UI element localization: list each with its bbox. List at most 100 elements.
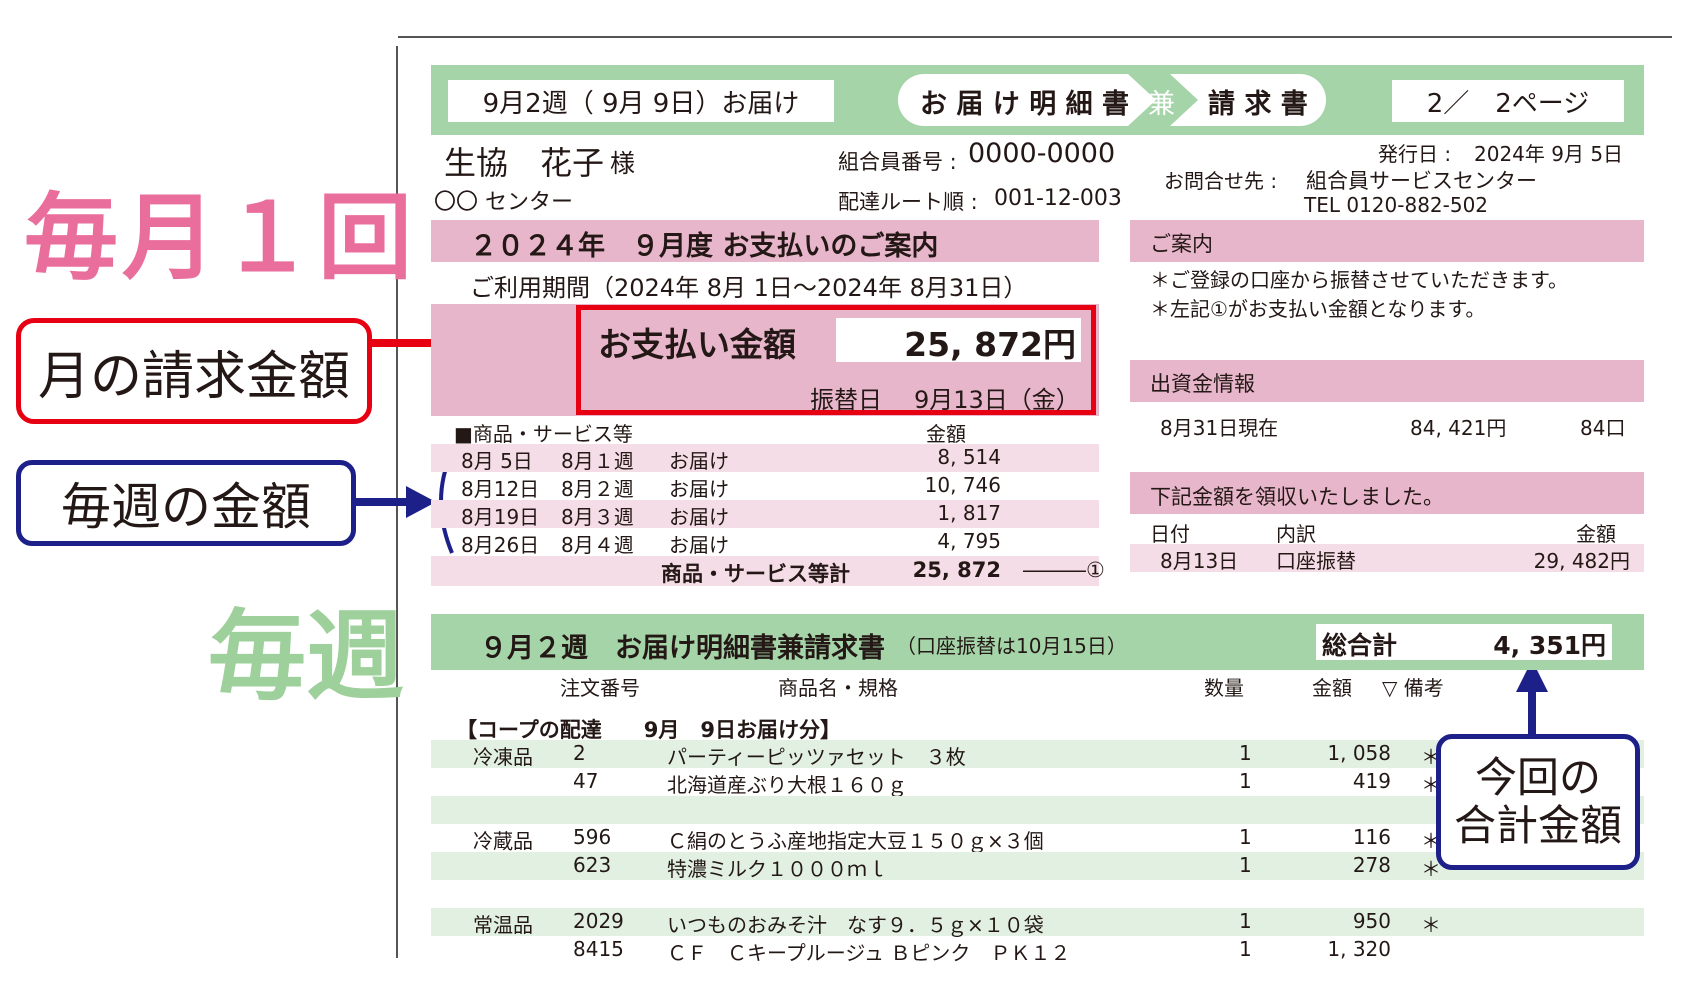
monthly-subtotal-amount: 25, 872 xyxy=(912,558,1001,582)
monthly-subtotal-row: 商品・サービス等計 25, 872 ―――① xyxy=(431,556,1105,586)
monthly-title: ２０２４年 ９月度 お支払いのご案内 xyxy=(470,231,939,262)
weekly-row-remark: ＊ xyxy=(1421,913,1441,937)
weekly-row-item: 特濃ミルク１０００ｍｌ xyxy=(667,857,887,881)
monthly-row-type: お届け xyxy=(669,477,729,501)
monthly-row-type: お届け xyxy=(669,533,729,557)
weekly-row-amount: 1, 320 xyxy=(1327,937,1391,961)
weekly-row-item: ＣＦ Ｃキープルージュ Ｂピンク ＰＫ１２ xyxy=(667,941,1071,965)
top-rule xyxy=(398,36,1672,38)
weekly-row-order-no: 2029 xyxy=(573,909,624,933)
page-indicator-box: 2／ 2ページ xyxy=(1392,80,1624,122)
payment-label: お支払い金額 xyxy=(598,325,796,364)
contact-tel: TEL 0120-882-502 xyxy=(1304,193,1489,217)
monthly-row-week: 8月４週 xyxy=(561,533,634,557)
monthly-row-type: お届け xyxy=(669,449,729,473)
delivery-week-box: 9月2週（ 9月 9日）お届け xyxy=(448,80,834,122)
payment-amount: 25, 872円 xyxy=(904,325,1076,364)
weekly-row-category: 冷蔵品 xyxy=(473,829,533,853)
weekly-annotation: 毎週 xyxy=(208,600,405,714)
left-rule xyxy=(396,46,398,958)
weekly-row-amount: 419 xyxy=(1352,769,1391,793)
monthly-subtotal-label: 商品・サービス等計 xyxy=(661,562,850,586)
total-callout-line-2: 合計金額 xyxy=(1453,801,1622,850)
monthly-row-week: 8月１週 xyxy=(561,449,634,473)
monthly-table-head-left: ■商品・サービス等 xyxy=(454,422,633,446)
usage-period: ご利用期間（2024年 8月 1日～2024年 8月31日） xyxy=(470,274,1028,302)
monthly-row: 8月19日 8月３週 お届け 1, 817 xyxy=(431,500,1099,529)
monthly-row-amount: 4, 795 xyxy=(937,529,1001,553)
monthly-row-date: 8月19日 xyxy=(461,505,540,529)
route-label: 配達ルート順 : xyxy=(838,190,978,214)
monthly-row-amount: 1, 817 xyxy=(937,501,1001,525)
monthly-subtotal-ref: ―――① xyxy=(1023,558,1105,582)
transfer-label: 振替日 xyxy=(810,386,882,414)
weekly-row: 8415 ＣＦ Ｃキープルージュ Ｂピンク ＰＫ１２ 1 1, 320 xyxy=(431,936,1644,965)
monthly-row-week: 8月３週 xyxy=(561,505,634,529)
monthly-annotation: 毎月１回 xyxy=(24,184,417,293)
weekly-total-label: 総合計 xyxy=(1322,631,1398,660)
monthly-callout-label: 月の請求金額 xyxy=(37,346,350,407)
weekly-row-amount: 950 xyxy=(1352,909,1391,933)
weekly-row-order-no: 596 xyxy=(573,825,612,849)
member-honorific: 様 xyxy=(610,149,636,178)
notice-line-1: ＊ご登録の口座から振替させていただきます。 xyxy=(1150,268,1568,292)
receipt-title: 下記金額を領収いたしました。 xyxy=(1150,485,1444,509)
title-left: お 届 け 明 細 書 xyxy=(920,89,1129,120)
weekly-row-amount: 116 xyxy=(1352,825,1391,849)
investment-title: 出資金情報 xyxy=(1150,372,1255,396)
monthly-row: 8月 5日 8月１週 お届け 8, 514 xyxy=(431,444,1099,473)
page-indicator: 2／ 2ページ xyxy=(1426,88,1590,119)
title-right: 請 求 書 xyxy=(1208,89,1308,120)
notice-line-2: ＊左記①がお支払い金額となります。 xyxy=(1150,297,1486,321)
col-remark: ▽ 備考 xyxy=(1382,676,1444,700)
weekly-row-order-no: 2 xyxy=(573,741,586,765)
transfer-date: 9月13日（金） xyxy=(914,386,1080,414)
weekly-row-category: 冷凍品 xyxy=(473,745,533,769)
col-qty: 数量 xyxy=(1204,676,1244,700)
monthly-row-type: お届け xyxy=(669,505,729,529)
total-callout-box: 今回の 合計金額 xyxy=(1436,734,1640,870)
member-name: 生協 花子 xyxy=(444,144,605,182)
investment-units: 84口 xyxy=(1580,416,1626,440)
monthly-row-week: 8月２週 xyxy=(561,477,634,501)
receipt-row: 8月13日 口座振替 29, 482円 xyxy=(1130,544,1644,573)
monthly-callout-box: 月の請求金額 xyxy=(16,318,372,424)
receipt-col-date: 日付 xyxy=(1150,522,1190,546)
monthly-row-date: 8月12日 xyxy=(461,477,540,501)
investment-amount: 84, 421円 xyxy=(1410,416,1507,440)
contact-name: 組合員サービスセンター xyxy=(1306,169,1537,193)
issue-label: 発行日 : xyxy=(1378,142,1452,166)
weekly-row-item: パーティーピッツァセット ３枚 xyxy=(667,745,966,769)
weekly-total-amount: 4, 351円 xyxy=(1493,631,1606,660)
weekly-row-order-no: 623 xyxy=(573,853,612,877)
monthly-row-date: 8月26日 xyxy=(461,533,540,557)
weekly-callout-label: 毎週の金額 xyxy=(61,478,311,536)
receipt-amount: 29, 482円 xyxy=(1533,549,1630,573)
weekly-note: （口座振替は10月15日） xyxy=(896,634,1127,658)
member-no-label: 組合員番号 : xyxy=(838,150,957,174)
total-callout-line-1: 今回の xyxy=(1474,752,1601,802)
weekly-row-amount: 278 xyxy=(1352,853,1391,877)
investment-date: 8月31日現在 xyxy=(1160,416,1279,440)
weekly-row xyxy=(431,880,1644,908)
member-center: 〇〇 センター xyxy=(434,190,573,215)
weekly-row-amount: 1, 058 xyxy=(1327,741,1391,765)
weekly-row-item: Ｃ絹のとうふ産地指定大豆１５０ｇ×３個 xyxy=(667,829,1044,853)
issue-date: 2024年 9月 5日 xyxy=(1474,142,1624,166)
receipt-date: 8月13日 xyxy=(1160,549,1239,573)
weekly-row-category: 常温品 xyxy=(473,913,533,937)
delivery-week-label: 9月2週（ 9月 9日）お届け xyxy=(482,88,800,119)
receipt-col-amount: 金額 xyxy=(1576,522,1616,546)
col-order-no: 注文番号 xyxy=(560,676,640,700)
navy-up-arrow xyxy=(1516,660,1548,736)
monthly-table-head-right: 金額 xyxy=(926,422,966,446)
monthly-row-amount: 10, 746 xyxy=(924,473,1001,497)
monthly-rows: 8月 5日 8月１週 お届け 8, 514 8月12日 8月２週 お届け 10,… xyxy=(431,444,1105,586)
monthly-row-date: 8月 5日 xyxy=(461,449,533,473)
notice-title: ご案内 xyxy=(1150,232,1213,256)
title-mid: 兼 xyxy=(1148,89,1175,120)
weekly-row-order-no: 8415 xyxy=(573,937,624,961)
weekly-row-order-no: 47 xyxy=(573,769,599,793)
receipt-detail: 口座振替 xyxy=(1276,549,1356,573)
route-no: 001-12-003 xyxy=(994,186,1122,211)
